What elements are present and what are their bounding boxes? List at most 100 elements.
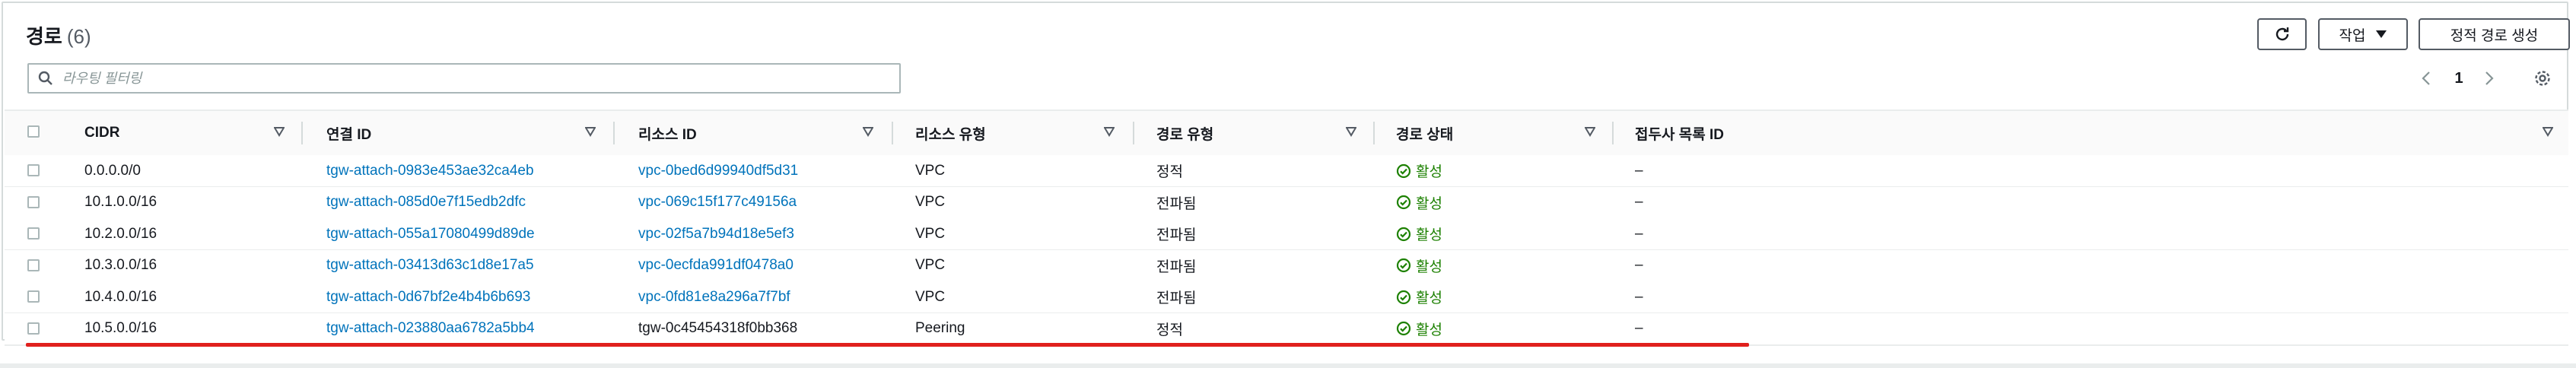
column-separator — [613, 122, 615, 144]
table-preferences-button[interactable] — [2529, 67, 2556, 90]
route-state-label: 활성 — [1416, 227, 1442, 243]
row-checkbox[interactable] — [27, 227, 40, 240]
prefix-list-id-cell: – — [1635, 320, 1643, 336]
route-state-cell: 활성 — [1396, 187, 1442, 218]
actions-label: 작업 — [2339, 27, 2366, 44]
current-page[interactable]: 1 — [2451, 67, 2466, 90]
resource-type-cell: VPC — [915, 288, 946, 305]
route-state-label: 활성 — [1416, 164, 1442, 180]
attachment-id-link[interactable]: tgw-attach-023880aa6782a5bb4 — [326, 313, 535, 344]
status-success-icon — [1396, 227, 1411, 241]
cidr-cell: 0.0.0.0/0 — [84, 162, 141, 179]
row-checkbox[interactable] — [27, 164, 40, 176]
route-state-cell: 활성 — [1396, 218, 1442, 249]
select-all-checkbox[interactable] — [27, 125, 40, 138]
row-checkbox[interactable] — [27, 322, 40, 335]
sort-icon[interactable] — [863, 126, 873, 137]
sort-icon[interactable] — [274, 126, 285, 137]
resource-id-cell[interactable]: vpc-0fd81e8a296a7f7bf — [638, 281, 790, 312]
resource-type-cell: VPC — [915, 162, 946, 179]
next-page-button[interactable] — [2482, 67, 2497, 90]
route-type-cell: 전파됨 — [1156, 227, 1197, 243]
column-separator — [1612, 122, 1614, 144]
refresh-button[interactable] — [2257, 18, 2307, 50]
cidr-cell: 10.4.0.0/16 — [84, 288, 157, 305]
prefix-list-id-cell: – — [1635, 194, 1643, 210]
resource-id-cell: tgw-0c45454318f0bb368 — [638, 320, 798, 336]
row-checkbox[interactable] — [27, 195, 40, 208]
column-header-route-state[interactable]: 경로 상태 — [1396, 111, 1453, 155]
cidr-cell: 10.3.0.0/16 — [84, 257, 157, 273]
column-header-cidr[interactable]: CIDR — [84, 111, 119, 155]
sort-icon[interactable] — [1346, 126, 1356, 137]
chevron-left-icon — [2422, 71, 2430, 85]
route-type-cell: 전파됨 — [1156, 290, 1197, 306]
resource-type-cell: VPC — [915, 225, 946, 242]
search-icon — [38, 71, 52, 85]
route-type-cell: 전파됨 — [1156, 259, 1197, 275]
resource-id-cell[interactable]: vpc-02f5a7b94d18e5ef3 — [638, 218, 794, 249]
page-bottom-edge — [0, 363, 2576, 368]
prefix-list-id-cell: – — [1635, 288, 1643, 305]
row-checkbox[interactable] — [27, 259, 40, 271]
create-static-route-button[interactable]: 정적 경로 생성 — [2419, 18, 2570, 50]
attachment-id-link[interactable]: tgw-attach-085d0e7f15edb2dfc — [326, 187, 526, 218]
route-state-label: 활성 — [1416, 195, 1442, 212]
column-separator — [1373, 122, 1375, 144]
attachment-id-link[interactable]: tgw-attach-0d67bf2e4b4b6b693 — [326, 281, 530, 312]
route-filter[interactable] — [27, 63, 901, 94]
sort-icon[interactable] — [585, 126, 596, 137]
routes-panel: 경로(6) 작업 정적 경로 생성 1 — [2, 2, 2570, 346]
route-type-cell: 전파됨 — [1156, 195, 1197, 212]
attachment-id-link[interactable]: tgw-attach-03413d63c1d8e17a5 — [326, 250, 534, 281]
status-success-icon — [1396, 163, 1411, 178]
resource-type-cell: VPC — [915, 194, 946, 210]
route-type-cell: 정적 — [1156, 322, 1183, 338]
status-success-icon — [1396, 321, 1411, 336]
status-success-icon — [1396, 290, 1411, 304]
prefix-list-id-cell: – — [1635, 225, 1643, 242]
sort-icon[interactable] — [1585, 126, 1595, 137]
attachment-id-link[interactable]: tgw-attach-0983e453ae32ca4eb — [326, 155, 534, 186]
column-header-prefix-list-id[interactable]: 접두사 목록 ID — [1635, 111, 1724, 155]
refresh-icon — [2275, 27, 2288, 41]
route-count: (6) — [66, 25, 91, 48]
status-success-icon — [1396, 258, 1411, 273]
column-header-resource-type[interactable]: 리소스 유형 — [915, 111, 986, 155]
sort-icon[interactable] — [1104, 126, 1115, 137]
column-header-attachment-id[interactable]: 연결 ID — [326, 111, 371, 155]
resource-type-cell: VPC — [915, 257, 946, 273]
cidr-cell: 10.2.0.0/16 — [84, 225, 157, 242]
page-title: 경로 (6) — [26, 21, 91, 49]
table-row[interactable]: 10.1.0.0/16 tgw-attach-085d0e7f15edb2dfc v… — [5, 186, 2568, 220]
table-row[interactable]: 10.5.0.0/16 tgw-attach-023880aa6782a5bb4 t… — [5, 312, 2568, 346]
gear-icon — [2535, 71, 2550, 86]
caret-down-icon — [2376, 30, 2387, 38]
resource-type-cell: Peering — [915, 320, 965, 336]
table-row[interactable]: 10.4.0.0/16 tgw-attach-0d67bf2e4b4b6b693 v… — [5, 281, 2568, 314]
table-row[interactable]: 0.0.0.0/0 tgw-attach-0983e453ae32ca4eb vpc… — [5, 155, 2568, 188]
cidr-cell: 10.5.0.0/16 — [84, 320, 157, 336]
table-row[interactable]: 10.3.0.0/16 tgw-attach-03413d63c1d8e17a5 v… — [5, 249, 2568, 283]
row-checkbox[interactable] — [27, 290, 40, 303]
title-text: 경로 — [26, 25, 62, 48]
actions-dropdown[interactable]: 작업 — [2318, 18, 2408, 50]
resource-id-cell[interactable]: vpc-0ecfda991df0478a0 — [638, 250, 793, 281]
route-state-label: 활성 — [1416, 290, 1442, 306]
cidr-cell: 10.1.0.0/16 — [84, 194, 157, 210]
route-state-label: 활성 — [1416, 322, 1442, 338]
column-header-resource-id[interactable]: 리소스 ID — [638, 111, 697, 155]
previous-page-button[interactable] — [2419, 67, 2434, 90]
prefix-list-id-cell: – — [1635, 162, 1643, 179]
sort-icon[interactable] — [2543, 126, 2553, 137]
prefix-list-id-cell: – — [1635, 257, 1643, 273]
column-header-route-type[interactable]: 경로 유형 — [1156, 111, 1213, 155]
route-state-label: 활성 — [1416, 259, 1442, 275]
route-state-cell: 활성 — [1396, 313, 1442, 344]
attachment-id-link[interactable]: tgw-attach-055a17080499d89de — [326, 218, 535, 249]
table-row[interactable]: 10.2.0.0/16 tgw-attach-055a17080499d89de v… — [5, 218, 2568, 251]
resource-id-cell[interactable]: vpc-0bed6d99940df5d31 — [638, 155, 798, 186]
search-input[interactable] — [61, 69, 825, 87]
resource-id-cell[interactable]: vpc-069c15f177c49156a — [638, 187, 797, 218]
annotation-underline — [26, 343, 1749, 347]
